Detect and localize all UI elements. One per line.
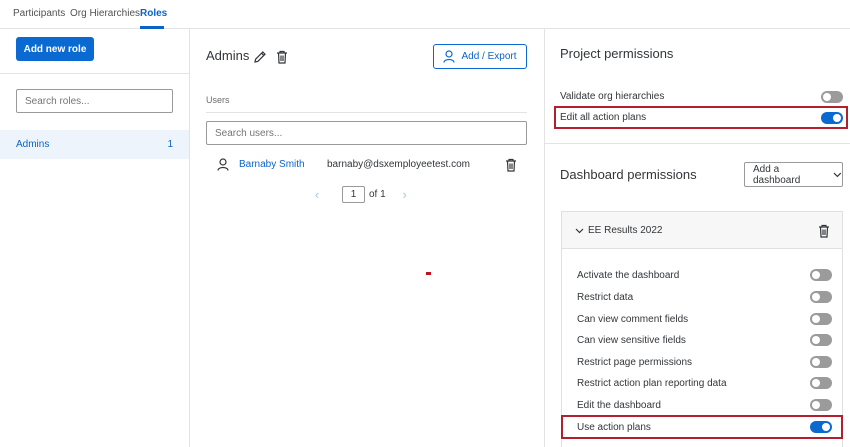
- user-icon: [443, 50, 456, 63]
- trash-icon[interactable]: [274, 49, 290, 65]
- top-nav: Participants Org Hierarchies Roles: [0, 0, 850, 29]
- user-icon: [216, 157, 230, 171]
- page-total: of 1: [369, 189, 386, 200]
- use-action-plans-toggle[interactable]: [810, 421, 832, 433]
- edit-dashboard-toggle[interactable]: [810, 399, 832, 411]
- permission-label: Validate org hierarchies: [560, 91, 665, 102]
- add-export-label: Add / Export: [461, 51, 517, 62]
- marker-dot: [426, 272, 431, 275]
- pencil-icon[interactable]: [252, 49, 268, 65]
- user-email: barnaby@dsxemployeetest.com: [327, 159, 470, 170]
- tab-roles[interactable]: Roles: [140, 8, 167, 19]
- divider: [0, 73, 189, 74]
- dashboard-permission-label: Restrict action plan reporting data: [577, 378, 727, 389]
- view-comment-fields-toggle[interactable]: [810, 313, 832, 325]
- chevron-down-icon[interactable]: [574, 226, 584, 236]
- page-number-input[interactable]: 1: [342, 186, 365, 203]
- add-new-role-button[interactable]: Add new role: [16, 37, 94, 61]
- dashboard-permission-label: Can view comment fields: [577, 314, 689, 325]
- dashboard-permission-label: Restrict page permissions: [577, 357, 693, 368]
- users-section-label: Users: [206, 95, 230, 105]
- add-dashboard-label: Add a dashboard: [753, 163, 801, 186]
- search-users-input[interactable]: [206, 121, 527, 145]
- divider: [545, 143, 850, 144]
- add-dashboard-dropdown[interactable]: Add a dashboard: [744, 162, 843, 187]
- edit-all-action-plans-toggle[interactable]: [821, 112, 843, 124]
- dashboard-permissions-title: Dashboard permissions: [560, 167, 697, 182]
- search-roles-input[interactable]: [16, 89, 173, 113]
- user-name-link[interactable]: Barnaby Smith: [239, 159, 305, 170]
- add-export-button[interactable]: Add / Export: [433, 44, 527, 69]
- dashboard-permission-label: Use action plans: [577, 422, 651, 433]
- activate-dashboard-toggle[interactable]: [810, 269, 832, 281]
- role-name: Admins: [16, 139, 50, 150]
- dashboard-name: EE Results 2022: [588, 225, 663, 236]
- divider: [206, 112, 527, 113]
- dashboard-permission-label: Can view sensitive fields: [577, 335, 686, 346]
- trash-icon[interactable]: [504, 157, 518, 172]
- chevron-left-icon[interactable]: ‹: [310, 187, 324, 202]
- role-title: Admins: [206, 48, 250, 63]
- role-list-item[interactable]: Admins 1: [0, 130, 189, 159]
- dashboard-permission-label: Restrict data: [577, 292, 634, 303]
- column-divider-right: [544, 29, 545, 447]
- dashboard-permission-label: Edit the dashboard: [577, 400, 661, 411]
- pagination: ‹ 1 of 1 ›: [310, 186, 412, 203]
- permission-label: Edit all action plans: [560, 112, 647, 123]
- tab-participants[interactable]: Participants: [13, 8, 65, 19]
- view-sensitive-fields-toggle[interactable]: [810, 334, 832, 346]
- validate-org-hierarchies-toggle[interactable]: [821, 91, 843, 103]
- role-user-count: 1: [167, 139, 173, 150]
- restrict-action-plan-reporting-toggle[interactable]: [810, 377, 832, 389]
- chevron-down-icon: [833, 172, 842, 177]
- tab-org-hierarchies[interactable]: Org Hierarchies: [70, 8, 140, 19]
- restrict-data-toggle[interactable]: [810, 291, 832, 303]
- project-permissions-title: Project permissions: [560, 46, 674, 61]
- restrict-page-permissions-toggle[interactable]: [810, 356, 832, 368]
- chevron-right-icon[interactable]: ›: [398, 187, 412, 202]
- column-divider-left: [189, 29, 190, 447]
- dashboard-permission-label: Activate the dashboard: [577, 270, 680, 281]
- active-tab-indicator: [140, 26, 164, 29]
- trash-icon[interactable]: [817, 223, 831, 238]
